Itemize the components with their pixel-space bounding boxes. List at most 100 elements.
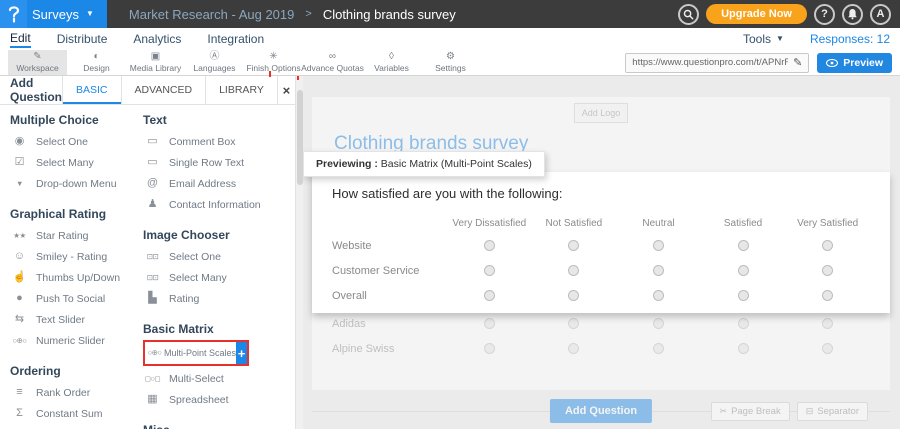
question-type-text-slider[interactable]: ⇆ Text Slider <box>10 309 143 330</box>
column-header: Very Satisfied <box>785 218 870 229</box>
add-logo-button[interactable]: Add Logo <box>574 103 628 123</box>
add-multi-point-scales-button[interactable]: + <box>236 342 247 364</box>
question-type-star-rating[interactable]: ★★ Star Rating <box>10 225 143 246</box>
toolbar-item-workspace[interactable]: ✎ Workspace <box>8 50 67 75</box>
toolbar-item-languages[interactable]: Ⓐ Languages <box>185 50 244 75</box>
question-type-single-row-text[interactable]: ▭ Single Row Text <box>143 152 295 173</box>
question-type-thumbs-up-down[interactable]: ☝ Thumbs Up/Down <box>10 267 143 288</box>
radio-button[interactable] <box>653 343 664 354</box>
search-button[interactable] <box>678 4 699 25</box>
nav-item-integration[interactable]: Integration <box>207 32 264 46</box>
radio-button[interactable] <box>568 343 579 354</box>
toolbar-item-variables[interactable]: ◊ Variables <box>362 50 421 75</box>
section-misc: Misc ▤ Date / Time <box>143 423 295 429</box>
radio-button[interactable] <box>484 290 495 301</box>
radio-button[interactable] <box>484 343 495 354</box>
radio-button[interactable] <box>822 265 833 276</box>
tab-basic[interactable]: BASIC <box>62 76 121 104</box>
toolbar-item-finish-options[interactable]: ✳ Finish Options <box>244 50 303 75</box>
radio-button[interactable] <box>738 343 749 354</box>
radio-button[interactable] <box>653 290 664 301</box>
numeric-slider-icon: ○⊕○ <box>10 337 29 345</box>
breadcrumb-parent[interactable]: Market Research - Aug 2019 <box>129 7 294 22</box>
toolbar-item-advance-quotas[interactable]: ∞ Advance Quotas <box>303 50 362 75</box>
tab-library[interactable]: LIBRARY <box>205 76 277 104</box>
edit-url-icon[interactable]: ✎ <box>793 56 802 69</box>
previewing-tooltip: Previewing : Basic Matrix (Multi-Point S… <box>303 151 545 177</box>
toolbar-item-media-library[interactable]: ▣ Media Library <box>126 50 185 75</box>
question-type-push-to-social[interactable]: ● Push To Social <box>10 288 143 309</box>
upgrade-now-button[interactable]: Upgrade Now <box>706 4 807 24</box>
question-type-image-select-many[interactable]: ⊡⊡ Select Many <box>143 267 295 288</box>
column-header: Not Satisfied <box>532 218 617 229</box>
survey-url-field[interactable]: https://www.questionpro.com/t/APNrFZ ✎ <box>625 53 809 73</box>
toolbar-item-settings[interactable]: ⚙ Settings <box>421 50 480 75</box>
question-type-image-rating[interactable]: ▙ Rating <box>143 288 295 309</box>
question-type-select-one[interactable]: ◉ Select One <box>10 131 143 152</box>
question-type-constant-sum[interactable]: Σ Constant Sum <box>10 403 143 424</box>
tools-menu[interactable]: Tools▼ <box>743 32 784 46</box>
tab-advanced[interactable]: ADVANCED <box>121 76 206 104</box>
radio-button[interactable] <box>568 265 579 276</box>
panel-header: Add Question BASIC ADVANCED LIBRARY × <box>0 76 295 105</box>
page-break-button[interactable]: ✂ Page Break <box>711 402 790 421</box>
matrix-row-adidas: Adidas <box>312 311 890 336</box>
question-type-dropdown-menu[interactable]: ▼ Drop-down Menu <box>10 173 143 194</box>
radio-button[interactable] <box>822 318 833 329</box>
question-type-numeric-slider[interactable]: ○⊕○ Numeric Slider <box>10 330 143 351</box>
question-type-select-many[interactable]: ☑ Select Many <box>10 152 143 173</box>
section-header: Multiple Choice <box>10 113 143 127</box>
radio-button[interactable] <box>484 265 495 276</box>
separator-icon: ⊟ <box>806 406 814 417</box>
question-type-spreadsheet[interactable]: ▦ Spreadsheet <box>143 389 295 410</box>
avatar[interactable]: A <box>870 4 891 25</box>
radio-button[interactable] <box>568 240 579 251</box>
radio-button[interactable] <box>568 290 579 301</box>
surveys-menu[interactable]: Surveys ▼ <box>27 0 107 28</box>
radio-button[interactable] <box>484 240 495 251</box>
question-type-multi-point-scales[interactable]: ○⊕○ Multi-Point Scales + <box>143 340 249 366</box>
nav-item-distribute[interactable]: Distribute <box>57 32 108 46</box>
radio-button[interactable] <box>484 318 495 329</box>
question-type-comment-box[interactable]: ▭ Comment Box <box>143 131 295 152</box>
question-type-rank-order[interactable]: ≡ Rank Order <box>10 382 143 403</box>
ordered-list-icon: ≡ <box>10 387 29 398</box>
question-type-email-address[interactable]: @ Email Address <box>143 173 295 194</box>
radio-button[interactable] <box>653 240 664 251</box>
spreadsheet-icon: ▦ <box>143 394 162 405</box>
radio-button[interactable] <box>822 343 833 354</box>
radio-button[interactable] <box>653 265 664 276</box>
radio-button[interactable] <box>822 290 833 301</box>
workspace-icon: ✎ <box>33 52 41 62</box>
section-graphical-rating: Graphical Rating ★★ Star Rating ☺ Smiley… <box>10 207 143 351</box>
panel-scrollbar[interactable] <box>295 76 303 429</box>
radio-button[interactable] <box>738 240 749 251</box>
radio-button[interactable] <box>738 265 749 276</box>
help-button[interactable]: ? <box>814 4 835 25</box>
close-panel-button[interactable]: × <box>277 76 295 104</box>
question-type-multi-select[interactable]: ◻○◻ Multi-Select <box>143 368 295 389</box>
toolbar: ✎ Workspace ◐ Design ▣ Media Library Ⓐ L… <box>0 50 900 76</box>
add-question-button[interactable]: Add Question <box>550 399 652 423</box>
multi-select-icon: ◻○◻ <box>143 375 162 383</box>
toolbar-item-design[interactable]: ◐ Design <box>67 50 126 75</box>
radio-button[interactable] <box>738 290 749 301</box>
question-type-smiley-rating[interactable]: ☺ Smiley - Rating <box>10 246 143 267</box>
questionpro-logo[interactable] <box>0 0 27 28</box>
radio-button[interactable] <box>653 318 664 329</box>
preview-button[interactable]: Preview <box>817 53 892 73</box>
advance-quotas-icon: ∞ <box>329 52 336 62</box>
toolbar-right: https://www.questionpro.com/t/APNrFZ ✎ P… <box>625 50 900 75</box>
radio-button[interactable] <box>568 318 579 329</box>
notifications-button[interactable] <box>842 4 863 25</box>
radio-button[interactable] <box>738 318 749 329</box>
question-type-image-select-one[interactable]: ⊡⊡ Select One <box>143 246 295 267</box>
radio-button[interactable] <box>822 240 833 251</box>
question-type-contact-information[interactable]: ♟ Contact Information <box>143 194 295 215</box>
responses-count[interactable]: Responses: 12 <box>810 32 890 46</box>
question-type-drag-and-drop[interactable]: ❏ Drag and Drop <box>10 424 143 429</box>
separator-button[interactable]: ⊟ Separator <box>797 402 868 421</box>
comment-box-icon: ▭ <box>143 136 162 147</box>
nav-item-edit[interactable]: Edit <box>10 31 31 48</box>
nav-item-analytics[interactable]: Analytics <box>133 32 181 46</box>
